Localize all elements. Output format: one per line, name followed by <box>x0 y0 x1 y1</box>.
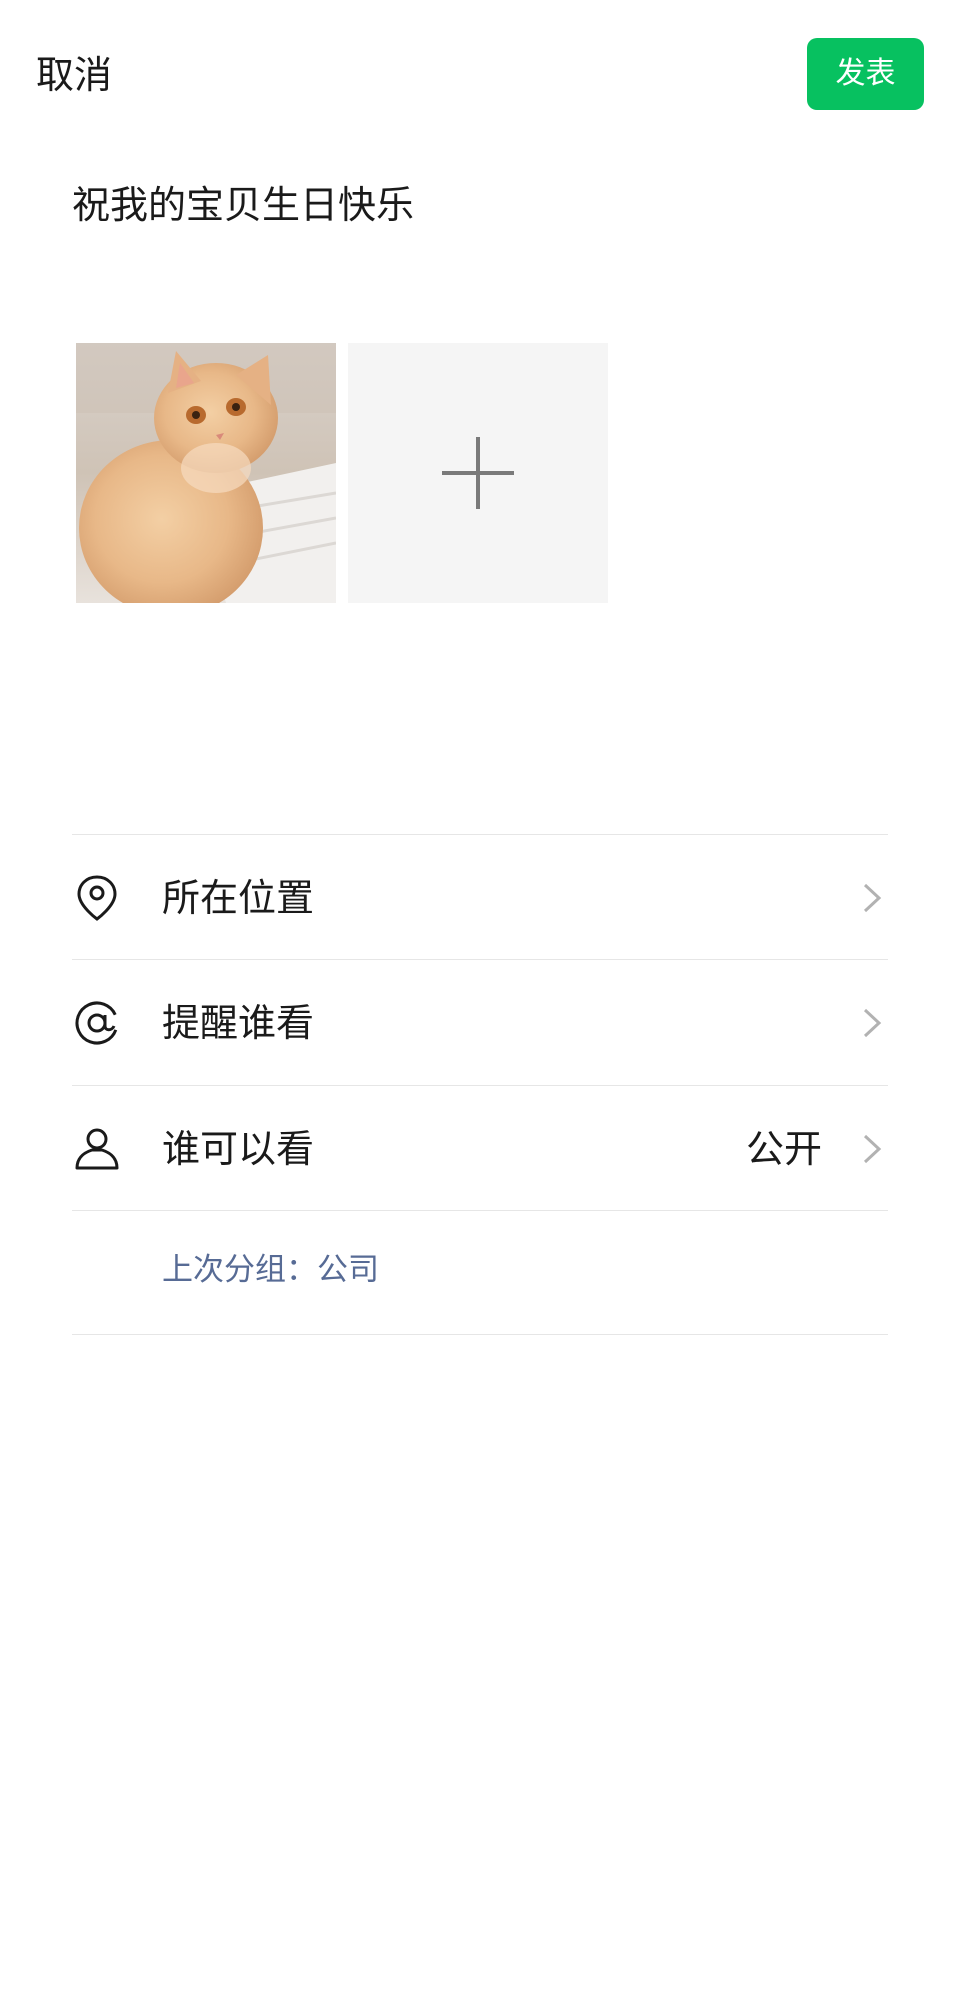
option-visibility-label: 谁可以看 <box>162 1127 315 1171</box>
cat-photo[interactable] <box>76 343 336 603</box>
add-photo-button[interactable] <box>348 343 608 603</box>
option-remind-label: 提醒谁看 <box>162 1001 315 1045</box>
divider <box>72 1210 888 1211</box>
top-bar: 取消 发表 <box>0 0 960 150</box>
chevron-right-icon <box>863 1008 882 1038</box>
publish-button[interactable]: 发表 <box>807 38 924 110</box>
option-visibility[interactable]: 谁可以看 公开 <box>72 1086 888 1210</box>
option-remind[interactable]: 提醒谁看 <box>72 960 888 1084</box>
user-icon <box>75 1128 119 1170</box>
last-group-link[interactable]: 上次分组：公司 <box>162 1250 379 1290</box>
option-visibility-value: 公开 <box>745 1127 822 1171</box>
plus-icon <box>442 437 514 509</box>
chevron-right-icon <box>863 883 882 913</box>
option-location-label: 所在位置 <box>162 876 315 920</box>
chevron-right-icon <box>863 1134 882 1164</box>
cancel-button[interactable]: 取消 <box>36 52 112 98</box>
post-text-input[interactable]: 祝我的宝贝生日快乐 <box>72 180 414 230</box>
at-icon <box>75 1001 119 1045</box>
photo-grid <box>76 343 608 603</box>
option-location[interactable]: 所在位置 <box>72 835 888 959</box>
cat-photo-image <box>76 343 336 603</box>
divider <box>72 1334 888 1335</box>
location-pin-icon <box>77 875 117 921</box>
